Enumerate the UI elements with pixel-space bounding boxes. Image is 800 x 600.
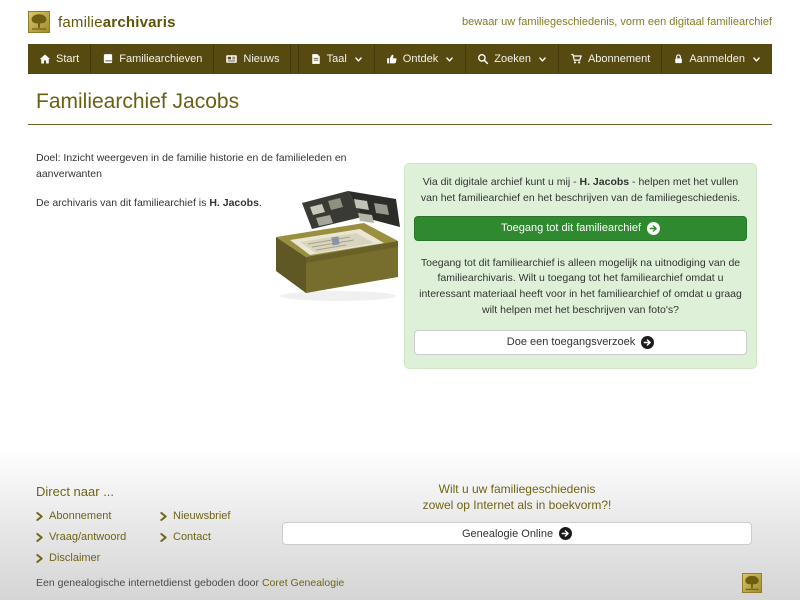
nav-item-familiearchieven[interactable]: Familiearchieven	[91, 44, 215, 74]
chevron-right-icon	[160, 532, 167, 542]
nav-label: Zoeken	[494, 53, 531, 65]
nav-item-ontdek[interactable]: Ontdek	[373, 44, 465, 74]
nav-label: Start	[56, 53, 80, 65]
arrow-circle-right-icon	[559, 527, 573, 541]
footer-link-col-1: Abonnement Vraag/antwoord Disclaimer	[36, 510, 160, 573]
access-archive-button[interactable]: Toegang tot dit familiearchief	[414, 215, 747, 241]
footer: Direct naar ... Abonnement Vraag/antwoor…	[0, 448, 800, 600]
panel-intro-text: Via dit digitale archief kunt u mij - H.…	[420, 176, 741, 204]
goal-text: Doel: Inzicht weergeven in de familie hi…	[36, 152, 347, 180]
chevron-right-icon	[36, 511, 43, 521]
nav-right-group: Taal Ontdek Zoeken Abonnement Aanmelden	[297, 44, 772, 74]
nav-label: Familiearchieven	[119, 53, 203, 65]
main-nav: Start Familiearchieven Nieuws Taal Ontde…	[28, 44, 772, 74]
nav-label: Taal	[326, 53, 347, 65]
site-tagline: bewaar uw familiegeschiedenis, vorm een …	[462, 16, 772, 28]
brand-home-link[interactable]: familiearchivaris	[28, 11, 176, 33]
access-request-button[interactable]: Doe een toegangsverzoek	[414, 329, 747, 355]
page: familiearchivaris bewaar uw familiegesch…	[0, 0, 800, 600]
footer-direct-links: Direct naar ... Abonnement Vraag/antwoor…	[28, 472, 282, 573]
main-content: Familiearchief Jacobs Doel: Inzicht weer…	[0, 90, 800, 369]
chevron-down-icon	[352, 55, 363, 64]
language-icon	[310, 53, 322, 65]
promo-heading: Wilt u uw familiegeschiedenis zowel op I…	[422, 482, 612, 513]
site-header: familiearchivaris bewaar uw familiegesch…	[0, 0, 800, 44]
page-title: Familiearchief Jacobs	[36, 90, 240, 113]
arrow-circle-right-icon	[641, 335, 655, 349]
chevron-right-icon	[36, 553, 43, 563]
footer-link-col-2: Nieuwsbrief Contact	[160, 510, 230, 573]
thumbs-up-icon	[386, 53, 398, 65]
photo-box-image	[250, 185, 406, 305]
footer-link-nieuwsbrief[interactable]: Nieuwsbrief	[160, 510, 230, 522]
chevron-down-icon	[536, 55, 547, 64]
footer-link-columns: Abonnement Vraag/antwoord Disclaimer Nie…	[36, 510, 282, 573]
direct-naar-heading: Direct naar ...	[36, 484, 115, 499]
chevron-down-icon	[750, 55, 761, 64]
nav-label: Ontdek	[402, 53, 439, 65]
chevron-right-icon	[160, 511, 167, 521]
footer-link-abonnement[interactable]: Abonnement	[36, 510, 160, 522]
nav-item-aanmelden[interactable]: Aanmelden	[661, 44, 772, 74]
credit-row: Een genealogische internetdienst geboden…	[36, 573, 762, 593]
chevron-down-icon	[443, 55, 454, 64]
genealogie-online-button[interactable]: Genealogie Online	[282, 522, 752, 546]
title-divider	[28, 124, 772, 125]
coret-genealogie-link[interactable]: Coret Genealogie	[262, 577, 344, 589]
nav-label: Abonnement	[587, 53, 651, 65]
nav-item-taal[interactable]: Taal	[297, 44, 374, 74]
brand-name: familiearchivaris	[58, 13, 176, 31]
book-icon	[102, 53, 114, 65]
cart-icon	[570, 53, 583, 65]
footer-row: Direct naar ... Abonnement Vraag/antwoor…	[28, 472, 772, 573]
newspaper-icon	[225, 53, 238, 65]
nav-item-abonnement[interactable]: Abonnement	[557, 44, 661, 74]
access-panel: Via dit digitale archief kunt u mij - H.…	[404, 163, 757, 369]
nav-label: Nieuws	[243, 53, 280, 65]
search-icon	[477, 53, 489, 65]
footer-link-vraag-antwoord[interactable]: Vraag/antwoord	[36, 531, 160, 543]
content-area: Doel: Inzicht weergeven in de familie hi…	[28, 151, 772, 369]
nav-item-nieuws[interactable]: Nieuws	[214, 44, 292, 74]
credit-line: Een genealogische internetdienst geboden…	[36, 577, 345, 589]
footer-link-disclaimer[interactable]: Disclaimer	[36, 552, 160, 564]
tree-logo-icon	[28, 11, 50, 33]
home-icon	[39, 53, 51, 65]
nav-label: Aanmelden	[689, 53, 745, 65]
footer-promo: Wilt u uw familiegeschiedenis zowel op I…	[282, 472, 752, 573]
arrow-circle-right-icon	[647, 221, 661, 235]
panel-request-text: Toegang tot dit familiearchief is alleen…	[419, 256, 742, 316]
tree-logo-icon	[742, 573, 762, 593]
nav-item-zoeken[interactable]: Zoeken	[465, 44, 558, 74]
nav-item-start[interactable]: Start	[28, 44, 92, 74]
lock-icon	[673, 53, 684, 65]
chevron-right-icon	[36, 532, 43, 542]
footer-link-contact[interactable]: Contact	[160, 531, 230, 543]
